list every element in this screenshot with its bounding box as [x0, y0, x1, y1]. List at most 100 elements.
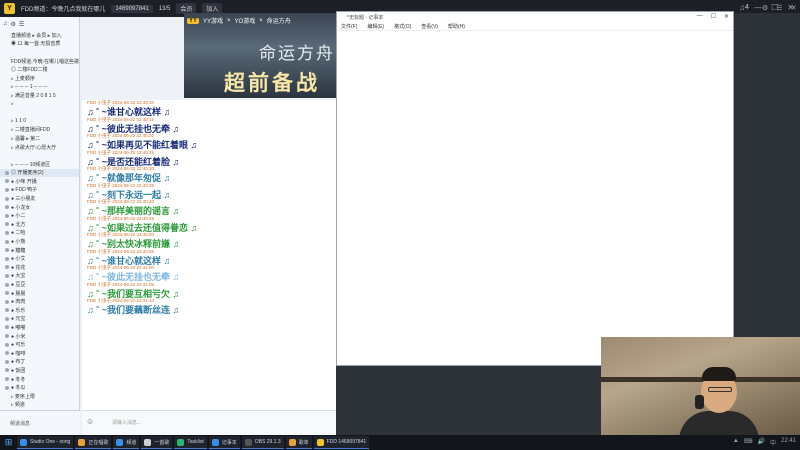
chat-input-bar: ☺ 请输入消息... [82, 410, 336, 435]
sidebar-item[interactable]: ● 元宝 [0, 315, 79, 324]
taskbar-app[interactable]: 记事本 [208, 436, 240, 449]
menu-icon[interactable]: ☰ [776, 4, 782, 12]
user-status-icon [5, 351, 9, 356]
chat-input[interactable]: 请输入消息... [112, 419, 141, 426]
user-status-icon [5, 213, 9, 218]
notepad-close-button[interactable]: ✕ [724, 13, 729, 20]
sidebar-item[interactable]: ● 小二 [0, 211, 79, 220]
sidebar-item[interactable]: ● FDD 鸭子 [0, 186, 79, 195]
webcam-shelf [601, 377, 800, 382]
sidebar-item[interactable]: ● 小龙女 [0, 203, 79, 212]
clock[interactable]: 22:41 [781, 438, 796, 447]
sidebar-item[interactable]: ● 豆豆 [0, 280, 79, 289]
sidebar-footer-label[interactable]: 频道消息 [10, 420, 30, 427]
taskbar-app[interactable]: 歌单 [285, 436, 312, 449]
gear-icon[interactable]: ⚙ [11, 21, 16, 28]
chat-message: FDD 小虫子 2024-06-22 22:40:30 ♫ ˚ ~就像那年匆促 ♫ [82, 166, 336, 183]
sidebar-item-label: ▹ 点歌大厅:心愿大厅 [11, 144, 57, 151]
sidebar-item[interactable]: ▹ 麦序上限 [0, 392, 79, 401]
notepad-window[interactable]: *无标题 - 记事本 — ☐ ✕ 文件(F) 编辑(E) 格式(O) 查看(V)… [336, 11, 734, 366]
channel-sidebar: ♫ ⚙ ☰ 直播频道 ▸ 会员 ▸ 加入 ◉ 11 每一首 无损音质 FDD频道,今… [0, 17, 80, 410]
sidebar-item[interactable]: ▹ 二楼直播间FDD [0, 126, 79, 135]
sidebar-item[interactable]: ● 乐乐 [0, 306, 79, 315]
sidebar-item[interactable]: ▹ 满足音量 2 0 8 1 5 [0, 91, 79, 100]
sidebar-item[interactable] [0, 48, 79, 57]
taskbar-app-label: 歌单 [298, 439, 309, 446]
tray-expand-icon[interactable]: ▲ [733, 438, 739, 447]
sidebar-item[interactable]: ● 小熊 [0, 237, 79, 246]
sidebar-item[interactable]: ● 小米 [0, 332, 79, 341]
sidebar-item[interactable]: ▹ 上麦顺序 [0, 74, 79, 83]
webcam-person-hair [702, 367, 736, 381]
sidebar-item[interactable]: ● 小咪 开播 [0, 177, 79, 186]
sidebar-item[interactable]: ▹ 频道 [0, 401, 79, 410]
taskbar-app[interactable]: 一首歌 [141, 436, 173, 449]
sidebar-item[interactable]: ● 大宝 [0, 272, 79, 281]
sidebar-item-label: ● 大宝 [11, 273, 26, 280]
sidebar-item[interactable]: ● 冬瓜 [0, 383, 79, 392]
channel-id-chip[interactable]: 1469097841 [111, 4, 153, 13]
sidebar-item[interactable]: ● 布丁 [0, 358, 79, 367]
volume-icon[interactable]: 🔊 [757, 438, 764, 447]
sidebar-item[interactable]: ● 花花 [0, 263, 79, 272]
ime-indicator[interactable]: 中 [770, 438, 776, 447]
start-button[interactable]: ⊞ [2, 436, 15, 449]
taskbar-app[interactable]: OBS 29.1.3 [241, 436, 284, 449]
sidebar-item[interactable]: ▹ 点歌大厅:心愿大厅 [0, 143, 79, 152]
app-icon [316, 438, 324, 446]
sidebar-item-label: ● 小米 [11, 333, 26, 340]
sidebar-item[interactable]: 直播频道 ▸ 会员 ▸ 加入 [0, 31, 79, 40]
taskbar-app[interactable]: Studio One - song [17, 436, 74, 449]
gear-icon[interactable]: ⚙ [762, 4, 768, 12]
minimize-button[interactable]: — [754, 3, 762, 12]
menu-edit[interactable]: 编辑(E) [367, 23, 384, 30]
sidebar-item[interactable]: ● 二哈 [0, 229, 79, 238]
sidebar-item[interactable]: ● 晨晨 [0, 289, 79, 298]
music-icon[interactable]: ♫ [3, 21, 8, 27]
sidebar-item[interactable]: ● 三小朋友 [0, 194, 79, 203]
sidebar-item[interactable]: ● 冬冬 [0, 375, 79, 384]
taskbar-app[interactable]: 正在唱歌 [75, 436, 112, 449]
menu-view[interactable]: 查看(V) [421, 23, 438, 30]
close-icon[interactable]: ✕ [791, 4, 797, 12]
notepad-maximize-button[interactable]: ☐ [711, 13, 716, 20]
sidebar-item[interactable]: ▹ ─ ─ ─ 10频道区 [0, 160, 79, 169]
sidebar-item[interactable]: ● 小艾 [0, 254, 79, 263]
chat-message-list[interactable]: FDD 小虫子 2024-06-22 22:40:10 ♫ ˚ ~谁甘心就这样 ♫… [82, 100, 336, 410]
menu-format[interactable]: 格式(O) [394, 23, 411, 30]
taskbar-app[interactable]: FDD 1469097841 [313, 436, 370, 449]
notepad-minimize-button[interactable]: — [697, 13, 703, 20]
emoji-icon[interactable]: ☺ [86, 417, 94, 426]
sidebar-toolbar: ♫ ⚙ ☰ [0, 17, 79, 31]
notepad-titlebar: *无标题 - 记事本 — ☐ ✕ [337, 12, 733, 22]
sidebar-item[interactable] [0, 108, 79, 117]
sidebar-item[interactable]: ● 饭团 [0, 366, 79, 375]
menu-file[interactable]: 文件(F) [341, 23, 357, 30]
sidebar-item[interactable]: ▹ 1 1 0 [0, 117, 79, 126]
menu-help[interactable]: 帮助(H) [448, 23, 465, 30]
sidebar-item[interactable]: ▹ ─ ─ ─ 1 ─ ─ ─ [0, 83, 79, 92]
sidebar-item[interactable]: ▹ 温馨 ▸ 第二 [0, 134, 79, 143]
sidebar-item[interactable]: ◎ 二楼FDD二楼 [0, 65, 79, 74]
sidebar-item[interactable]: ● 可乐 [0, 340, 79, 349]
taskbar-app[interactable]: Tasklist [174, 436, 207, 449]
sidebar-item[interactable]: ● 咖啡 [0, 349, 79, 358]
taskbar-app[interactable]: 频道 [113, 436, 140, 449]
sidebar-item[interactable]: ● 北方 [0, 220, 79, 229]
menu-icon[interactable]: ☰ [19, 21, 24, 28]
right-window-controls: ⚙ ☰ ✕ [762, 4, 796, 12]
sidebar-item[interactable]: ● 嘟嘟 [0, 323, 79, 332]
sidebar-item[interactable]: ● 糖糖 [0, 246, 79, 255]
sidebar-item[interactable]: ▹ [0, 100, 79, 109]
sidebar-item-label: ● 乐乐 [11, 307, 26, 314]
banner-x: × [259, 17, 263, 24]
sidebar-item-label: ▹ 麦序上限 [11, 393, 35, 400]
sidebar-item[interactable]: ● 肉肉 [0, 297, 79, 306]
sidebar-item-label: ● 咖啡 [11, 350, 26, 357]
game-banner-ad[interactable]: YY YY游戏 × YO游戏 × 命运方舟 命运方舟 超前备战 [184, 13, 336, 98]
sidebar-item[interactable]: FDD频道,今晚:在哪儿唱这些歌 [0, 57, 79, 66]
sidebar-item[interactable]: ◎ 开播麦序(2) [0, 168, 79, 178]
sidebar-item[interactable]: ◉ 11 每一首 无损音质 [0, 40, 79, 49]
sidebar-item[interactable] [0, 151, 79, 160]
keyboard-icon[interactable]: ⌨ [744, 438, 753, 447]
